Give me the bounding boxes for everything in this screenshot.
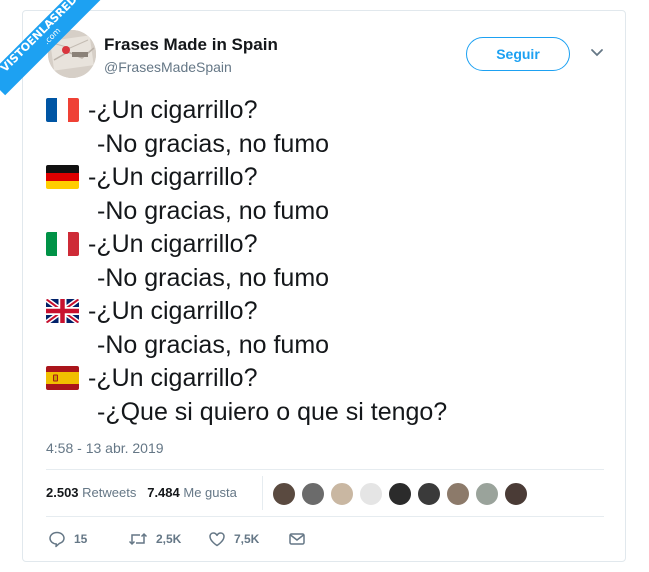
like-count: 7,5K [234, 532, 260, 546]
liker-avatar[interactable] [359, 482, 383, 506]
tweet-line: -No gracias, no fumo [97, 197, 330, 225]
tweet-line: -¿Que si quiero o que si tengo? [97, 398, 448, 426]
reply-button[interactable]: 15 [48, 530, 87, 548]
liker-avatar[interactable] [272, 482, 296, 506]
liker-avatar[interactable] [388, 482, 412, 506]
tweet-line: -No gracias, no fumo [97, 130, 330, 158]
tweet-line: -¿Un cigarrillo? [88, 364, 258, 392]
tweet-timestamp[interactable]: 4:58 - 13 abr. 2019 [46, 440, 164, 456]
like-button[interactable]: 7,5K [208, 530, 259, 548]
tweet-line: -¿Un cigarrillo? [88, 230, 258, 258]
germany-flag-icon [46, 165, 79, 189]
reply-icon [49, 531, 65, 548]
liker-avatar[interactable] [330, 482, 354, 506]
reply-count: 15 [74, 532, 88, 546]
retweets-label[interactable]: Retweets [82, 485, 136, 500]
display-name[interactable]: Frases Made in Spain [104, 35, 278, 55]
heart-icon [209, 532, 225, 547]
divider [46, 469, 604, 470]
divider [46, 516, 604, 517]
liker-avatar[interactable] [446, 482, 470, 506]
likes-label[interactable]: Me gusta [183, 485, 236, 500]
retweet-button[interactable]: 2,5K [128, 530, 181, 548]
follow-button[interactable]: Seguir [466, 37, 570, 71]
tweet-line: -No gracias, no fumo [97, 264, 330, 292]
stats-separator [262, 476, 263, 510]
tweet-line: -¿Un cigarrillo? [88, 163, 258, 191]
tweet-line: -No gracias, no fumo [97, 331, 330, 359]
retweet-icon [128, 532, 148, 546]
tweet-line: -¿Un cigarrillo? [88, 96, 258, 124]
liker-avatar[interactable] [504, 482, 528, 506]
tweet-line: -¿Un cigarrillo? [88, 297, 258, 325]
liker-avatar[interactable] [475, 482, 499, 506]
spain-flag-icon [46, 366, 79, 390]
direct-message-button[interactable] [288, 530, 306, 548]
engagement-stats: 2.503 Retweets 7.484 Me gusta [46, 485, 237, 500]
liker-avatar[interactable] [301, 482, 325, 506]
united-kingdom-flag-icon [46, 299, 79, 323]
username-handle[interactable]: @FrasesMadeSpain [104, 59, 232, 75]
retweets-count[interactable]: 2.503 [46, 485, 79, 500]
envelope-icon [289, 533, 305, 545]
italy-flag-icon [46, 232, 79, 256]
chevron-down-icon[interactable] [590, 48, 604, 58]
retweet-count: 2,5K [156, 532, 182, 546]
likes-count[interactable]: 7.484 [147, 485, 180, 500]
france-flag-icon [46, 98, 79, 122]
liker-avatar[interactable] [417, 482, 441, 506]
